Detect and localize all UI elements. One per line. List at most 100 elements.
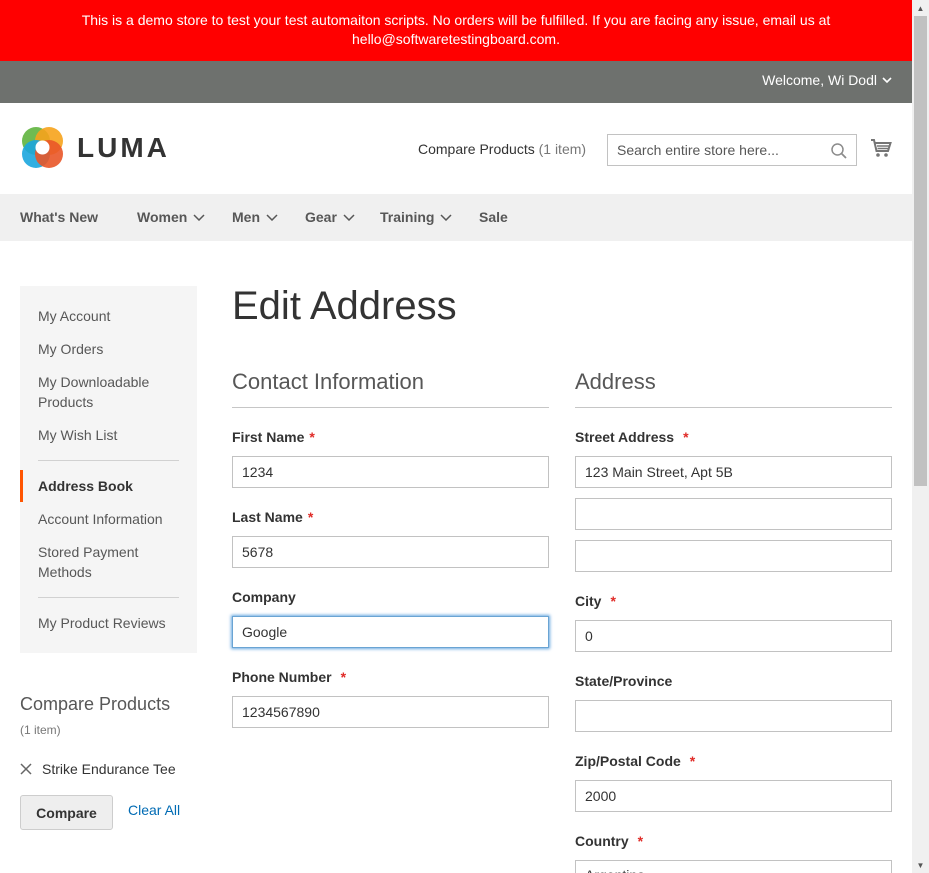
last-name-field[interactable] [232,536,549,568]
chevron-down-icon [440,214,452,221]
compare-block-count: (1 item) [20,723,61,737]
required-marker: * [689,753,696,769]
country-select[interactable]: Argentina [575,860,892,873]
zip-postal-code-field[interactable] [575,780,892,812]
company-field[interactable] [232,616,549,648]
sidebar-item-my-wish-list[interactable]: My Wish List [38,425,117,445]
address-title: Address [575,369,656,394]
sidebar-divider [38,597,179,598]
state-province-field[interactable] [575,700,892,732]
search-box [607,134,857,166]
scroll-down-arrow-icon[interactable]: ▼ [912,857,929,873]
compare-block-title: Compare Products [20,694,171,714]
demo-notice-line-1: This is a demo store to test your test a… [81,12,831,28]
close-icon[interactable] [20,763,32,775]
country-label: Country * [575,833,643,849]
last-name-label: Last Name * [232,509,313,525]
shopping-cart-icon[interactable] [870,137,892,159]
luma-logo-icon [22,127,63,168]
page-title: Edit Address [232,284,457,328]
page-scrollbar[interactable]: ▲ ▼ [912,0,929,873]
nav-item-label: Gear [305,209,337,225]
nav-item-women[interactable]: Women [137,209,205,225]
required-marker: * [309,429,315,445]
contact-information-title: Contact Information [232,369,424,394]
compare-products-link[interactable]: Compare Products (1 item) [418,141,586,157]
chevron-down-icon [343,214,355,221]
chevron-down-icon [882,77,892,84]
sidebar-item-account-information[interactable]: Account Information [38,509,163,529]
compare-products-count: (1 item) [538,141,587,157]
zip-postal-code-label: Zip/Postal Code * [575,753,695,769]
scrollbar-thumb[interactable] [914,16,927,486]
required-marker: * [307,509,314,525]
nav-item-gear[interactable]: Gear [305,209,355,225]
sidebar-divider [38,460,179,461]
site-header: LUMA Compare Products (1 item) [0,103,912,194]
sidebar-item-my-orders[interactable]: My Orders [38,339,103,359]
field-label-text: Company [232,589,296,605]
search-icon[interactable] [830,142,848,160]
required-marker: * [610,593,616,609]
field-label-text: Zip/Postal Code [575,753,681,769]
sidebar-active-indicator [20,470,23,502]
compare-product-name[interactable]: Strike Endurance Tee [42,761,176,777]
required-marker: * [683,429,689,445]
customer-menu-toggle[interactable]: Welcome, Wi Dodl [762,72,892,88]
search-input[interactable] [608,135,818,165]
compare-products-label: Compare Products [418,141,535,157]
demo-notice-banner: This is a demo store to test your test a… [0,0,912,61]
nav-item-label: Women [137,209,188,225]
street-address-line-1-field[interactable] [575,456,892,488]
compare-products-block: Compare Products (1 item) Strike Enduran… [20,694,197,830]
required-marker: * [637,833,644,849]
phone-number-field[interactable] [232,696,549,728]
nav-item-label: Training [380,209,435,225]
welcome-text: Welcome, Wi Dodl [762,72,877,88]
nav-item-label: Men [232,209,260,225]
country-select-clip: Argentina [575,860,892,873]
street-address-label: Street Address * [575,429,689,445]
nav-item-sale[interactable]: Sale [479,209,508,225]
first-name-label: First Name * [232,429,315,445]
chevron-down-icon [266,214,278,221]
sidebar-item-my-downloadable-products[interactable]: My Downloadable Products [38,372,178,412]
logo-text: LUMA [77,131,170,163]
city-field[interactable] [575,620,892,652]
company-label: Company [232,589,296,605]
field-label-text: Phone Number [232,669,332,685]
nav-item-label: What's New [20,209,99,225]
field-label-text: State/Province [575,673,673,689]
section-divider [575,407,892,408]
welcome-bar: Welcome, Wi Dodl [0,61,912,103]
first-name-field[interactable] [232,456,549,488]
nav-item-label: Sale [479,209,508,225]
account-sidebar: My Account My Orders My Downloadable Pro… [20,286,197,653]
city-label: City * [575,593,616,609]
compare-product-item: Strike Endurance Tee [20,761,176,777]
required-marker: * [340,669,347,685]
sidebar-item-my-account[interactable]: My Account [38,306,110,326]
nav-item-training[interactable]: Training [380,209,452,225]
compare-button[interactable]: Compare [20,795,113,830]
clear-all-link[interactable]: Clear All [128,802,180,818]
state-province-label: State/Province [575,673,672,689]
section-divider [232,407,549,408]
field-label-text: Last Name [232,509,303,525]
nav-item-men[interactable]: Men [232,209,278,225]
street-address-line-3-field[interactable] [575,540,892,572]
main-navigation: What's New Women Men Gear Training Sale [0,194,912,241]
field-label-text: First Name [232,429,305,445]
field-label-text: City [575,593,602,609]
scroll-up-arrow-icon[interactable]: ▲ [912,0,929,16]
demo-notice-line-2: hello@softwaretestingboard.com. [352,31,560,47]
phone-number-label: Phone Number * [232,669,346,685]
field-label-text: Street Address [575,429,675,445]
nav-item-whats-new[interactable]: What's New [20,209,98,225]
sidebar-item-my-product-reviews[interactable]: My Product Reviews [38,613,166,633]
field-label-text: Country [575,833,629,849]
store-logo[interactable]: LUMA [20,125,170,170]
sidebar-item-address-book[interactable]: Address Book [38,476,133,496]
street-address-line-2-field[interactable] [575,498,892,530]
sidebar-item-stored-payment-methods[interactable]: Stored Payment Methods [38,542,168,582]
